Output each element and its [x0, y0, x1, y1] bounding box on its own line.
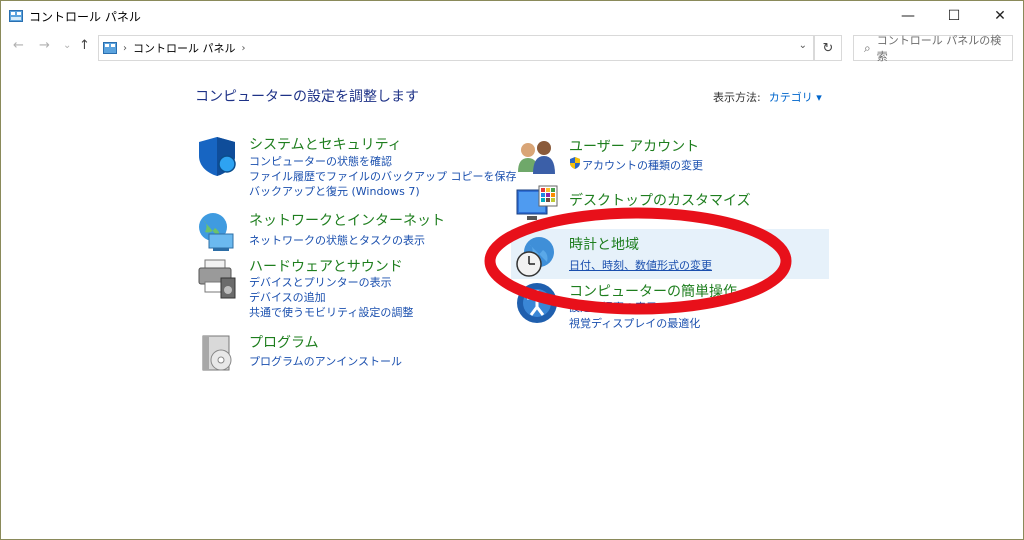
users-icon[interactable] — [515, 136, 559, 180]
window-title: コントロール パネル — [29, 9, 141, 24]
link-change-date-time-format[interactable]: 日付、時刻、数値形式の変更 — [569, 257, 712, 273]
control-panel-window: コントロール パネル — ☐ ✕ ← → ⌄ ↑ › コントロール パネル › … — [0, 0, 1024, 540]
category-system-security: システムとセキュリティ コンピューターの状態を確認 ファイル履歴でファイルのバッ… — [195, 134, 517, 204]
shield-icon[interactable] — [195, 134, 239, 178]
view-by-label: 表示方法: — [713, 91, 761, 104]
category-title-system-security[interactable]: システムとセキュリティ — [249, 134, 402, 154]
link-check-computer-status[interactable]: コンピューターの状態を確認 — [249, 153, 392, 169]
category-user-accounts: ユーザー アカウント アカウントの種類の変更 — [515, 136, 815, 180]
up-button[interactable]: ↑ — [79, 38, 90, 53]
link-devices-printers[interactable]: デバイスとプリンターの表示 — [249, 274, 392, 290]
close-button[interactable]: ✕ — [977, 1, 1023, 31]
control-panel-icon — [103, 42, 117, 54]
link-uninstall-program[interactable]: プログラムのアンインストール — [249, 353, 402, 369]
ease-of-access-icon[interactable] — [515, 281, 559, 325]
link-backup-restore[interactable]: バックアップと復元 (Windows 7) — [249, 183, 420, 199]
clock-globe-icon[interactable] — [515, 234, 559, 278]
search-input[interactable]: コントロール パネルの検索 — [877, 32, 1012, 64]
category-title-ease-of-access[interactable]: コンピューターの簡単操作 — [569, 281, 737, 301]
control-panel-icon — [9, 10, 23, 22]
refresh-button[interactable]: ↻ — [814, 35, 842, 61]
back-button[interactable]: ← — [13, 38, 24, 53]
uac-shield-icon — [570, 157, 580, 169]
category-title-programs[interactable]: プログラム — [249, 332, 319, 352]
category-title-clock-region[interactable]: 時計と地域 — [569, 234, 639, 254]
view-by-dropdown[interactable]: カテゴリ ▾ — [769, 91, 822, 104]
maximize-button[interactable]: ☐ — [931, 1, 977, 31]
breadcrumb-separator[interactable]: › — [123, 43, 127, 54]
category-desktop-customization: デスクトップのカスタマイズ — [515, 184, 815, 224]
category-title-user-accounts[interactable]: ユーザー アカウント — [569, 136, 699, 156]
navigation-bar: ← → ⌄ ↑ › コントロール パネル › ⌄ ↻ ⌕ コントロール パネルの… — [1, 32, 1023, 64]
programs-disc-icon[interactable] — [195, 332, 239, 376]
forward-button[interactable]: → — [39, 38, 50, 53]
view-by: 表示方法: カテゴリ ▾ — [713, 89, 822, 105]
minimize-button[interactable]: — — [885, 1, 931, 31]
category-network-internet: ネットワークとインターネット ネットワークの状態とタスクの表示 — [195, 210, 495, 254]
address-dropdown-button[interactable]: ⌄ — [799, 40, 807, 51]
link-mobility-settings[interactable]: 共通で使うモビリティ設定の調整 — [249, 304, 413, 320]
category-clock-region: 時計と地域 日付、時刻、数値形式の変更 — [515, 234, 815, 278]
address-bar[interactable]: › コントロール パネル › ⌄ — [98, 35, 814, 61]
category-title-hardware-sound[interactable]: ハードウェアとサウンド — [249, 256, 403, 276]
link-file-history-backup[interactable]: ファイル履歴でファイルのバックアップ コピーを保存 — [249, 168, 517, 184]
category-programs: プログラム プログラムのアンインストール — [195, 332, 495, 376]
link-add-device[interactable]: デバイスの追加 — [249, 289, 326, 305]
link-change-account-type[interactable]: アカウントの種類の変更 — [582, 157, 703, 173]
category-ease-of-access: コンピューターの簡単操作 設定の提案の表示 視覚ディスプレイの最適化 — [515, 281, 815, 331]
category-title-network-internet[interactable]: ネットワークとインターネット — [249, 210, 445, 230]
breadcrumb-separator[interactable]: › — [242, 43, 246, 54]
network-globe-icon[interactable] — [195, 210, 239, 254]
breadcrumb[interactable]: コントロール パネル — [133, 40, 236, 56]
link-optimize-visual-display[interactable]: 視覚ディスプレイの最適化 — [569, 315, 700, 331]
link-network-status[interactable]: ネットワークの状態とタスクの表示 — [249, 232, 425, 248]
desktop-palette-icon[interactable] — [515, 184, 559, 228]
search-box[interactable]: ⌕ コントロール パネルの検索 — [853, 32, 1013, 64]
category-hardware-sound: ハードウェアとサウンド デバイスとプリンターの表示 デバイスの追加 共通で使うモ… — [195, 256, 495, 326]
page-title: コンピューターの設定を調整します — [195, 89, 419, 105]
printer-icon[interactable] — [195, 256, 239, 300]
category-title-desktop-customization[interactable]: デスクトップのカスタマイズ — [569, 190, 751, 210]
search-icon: ⌕ — [864, 40, 871, 55]
recent-locations-button[interactable]: ⌄ — [63, 40, 71, 51]
title-bar: コントロール パネル — ☐ ✕ — [1, 1, 1023, 31]
link-suggested-settings[interactable]: 設定の提案の表示 — [569, 299, 657, 315]
